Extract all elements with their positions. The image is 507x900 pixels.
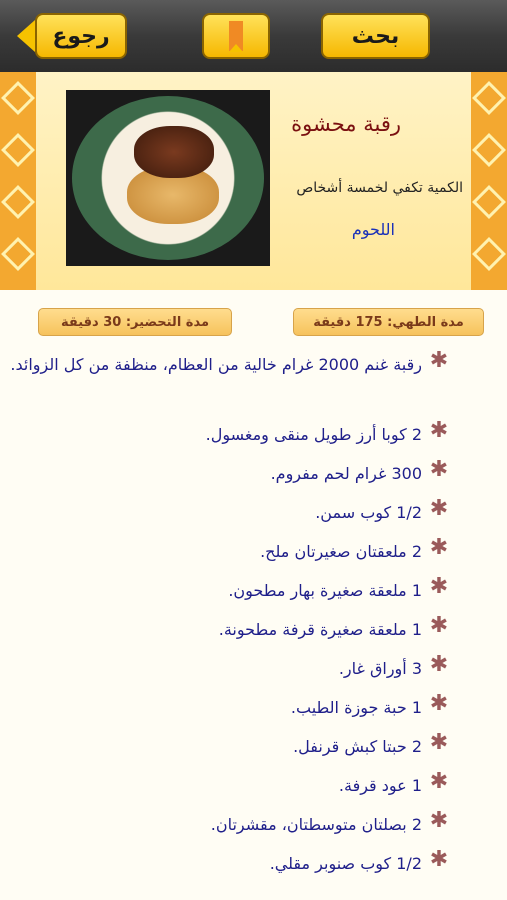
ingredient-item: 2 حبتا كبش قرنفل. xyxy=(293,737,422,756)
ornament-icon xyxy=(1,133,35,167)
ingredient-item: 2 ملعقتان صغيرتان ملح. xyxy=(260,542,422,561)
bookmark-button[interactable] xyxy=(202,13,270,59)
ornament-icon xyxy=(1,237,35,271)
bookmark-icon xyxy=(229,21,243,52)
ornament-icon xyxy=(1,185,35,219)
back-button[interactable]: رجوع xyxy=(17,13,127,59)
recipe-photo xyxy=(66,90,270,266)
bullet-icon: ✱ xyxy=(429,574,449,599)
recipe-category[interactable]: اللحوم xyxy=(352,220,395,239)
top-toolbar: بحث رجوع xyxy=(0,0,507,72)
cook-time-label: مدة الطهي: xyxy=(387,314,464,330)
ornament-border-right xyxy=(471,72,507,290)
bullet-icon: ✱ xyxy=(429,348,449,373)
prep-time-badge: مدة التحضير: 30 دقيقة xyxy=(38,308,232,336)
ingredient-item: 1 حبة جوزة الطيب. xyxy=(290,698,422,717)
recipe-title: رقبة محشوة xyxy=(291,112,401,136)
search-button[interactable]: بحث xyxy=(321,13,430,59)
bullet-icon: ✱ xyxy=(429,730,449,755)
bullet-icon: ✱ xyxy=(429,652,449,677)
plate-image xyxy=(72,96,264,260)
ornament-icon xyxy=(472,133,506,167)
ingredient-item: 3 أوراق غار. xyxy=(338,659,422,678)
prep-time-label: مدة التحضير: xyxy=(125,314,210,330)
ornament-border-left xyxy=(0,72,36,290)
ingredient-item: رقبة غنم 2000 غرام خالية من العظام، منظف… xyxy=(10,355,422,374)
prep-time-value: 30 دقيقة xyxy=(60,314,122,330)
bullet-icon: ✱ xyxy=(429,769,449,794)
ingredient-item: 1 عود قرفة. xyxy=(338,776,422,795)
bullet-icon: ✱ xyxy=(429,691,449,716)
bullet-icon: ✱ xyxy=(429,535,449,560)
ingredient-item: 1/2 كوب صنوبر مقلي. xyxy=(269,854,422,873)
bullet-icon: ✱ xyxy=(429,418,449,443)
ornament-icon xyxy=(472,237,506,271)
cook-time-value: 175 دقيقة xyxy=(313,314,383,330)
bullet-icon: ✱ xyxy=(429,457,449,482)
bullet-icon: ✱ xyxy=(429,613,449,638)
ingredient-item: 1/2 كوب سمن. xyxy=(315,503,422,522)
ingredient-item: 1 ملعقة صغيرة بهار مطحون. xyxy=(228,581,422,600)
ingredient-item: 1 ملعقة صغيرة قرفة مطحونة. xyxy=(218,620,422,639)
ornament-icon xyxy=(472,185,506,219)
ingredient-item: 2 كوبا أرز طويل منقى ومغسول. xyxy=(205,425,422,444)
bullet-icon: ✱ xyxy=(429,496,449,521)
ingredient-item: 2 بصلتان متوسطتان، مقشرتان. xyxy=(210,815,422,834)
cook-time-badge: مدة الطهي: 175 دقيقة xyxy=(293,308,484,336)
bullet-icon: ✱ xyxy=(429,808,449,833)
ingredient-item: 300 غرام لحم مفروم. xyxy=(270,464,422,483)
bullet-icon: ✱ xyxy=(429,847,449,872)
serving-size: الكمية تكفي لخمسة أشخاص xyxy=(296,180,463,196)
ornament-icon xyxy=(472,81,506,115)
ornament-icon xyxy=(1,81,35,115)
